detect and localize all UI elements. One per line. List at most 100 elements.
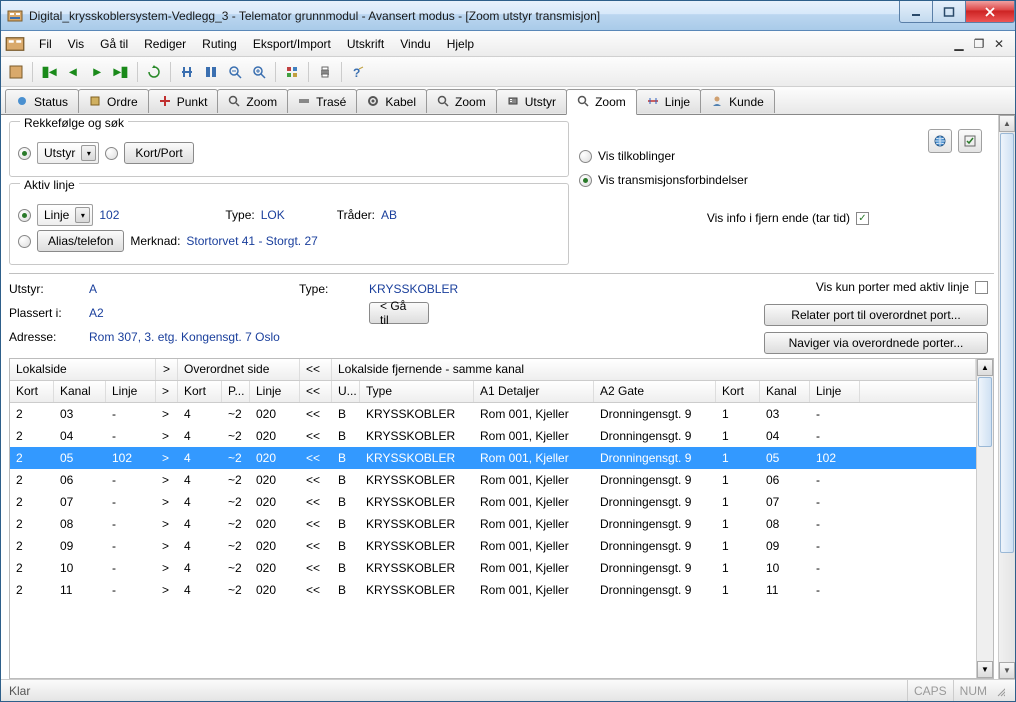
table-row[interactable]: 204->4~2020<<BKRYSSKOBLERRom 001, Kjelle… xyxy=(10,425,976,447)
vis-kun-label: Vis kun porter med aktiv linje xyxy=(816,280,969,294)
col-u[interactable]: U... xyxy=(332,381,360,402)
menu-fil[interactable]: Fil xyxy=(31,34,60,54)
tab-ordre[interactable]: Ordre xyxy=(78,89,149,113)
table-row[interactable]: 209->4~2020<<BKRYSSKOBLERRom 001, Kjelle… xyxy=(10,535,976,557)
table-row[interactable]: 210->4~2020<<BKRYSSKOBLERRom 001, Kjelle… xyxy=(10,557,976,579)
table-scrollbar[interactable]: ▲ ▼ xyxy=(976,359,993,678)
col-kort2[interactable]: Kort xyxy=(178,381,222,402)
outer-scrollbar[interactable]: ▲ ▼ xyxy=(998,115,1015,679)
group-lokalside[interactable]: Lokalside xyxy=(10,359,156,380)
alias-telefon-button[interactable]: Alias/telefon xyxy=(37,230,124,252)
zoom-out-icon[interactable] xyxy=(224,61,246,83)
table-row[interactable]: 208->4~2020<<BKRYSSKOBLERRom 001, Kjelle… xyxy=(10,513,976,535)
chevron-down-icon[interactable]: ▾ xyxy=(75,207,90,223)
radio-vis-tilkoblinger[interactable] xyxy=(579,150,592,163)
globe-icon[interactable] xyxy=(928,129,952,153)
tab-zoom[interactable]: Zoom xyxy=(566,89,637,115)
col-kort[interactable]: Kort xyxy=(10,381,54,402)
help-icon[interactable]: ? xyxy=(347,61,369,83)
radio-kortport[interactable] xyxy=(105,147,118,160)
refresh-icon[interactable] xyxy=(143,61,165,83)
nav-first-icon[interactable]: ▮◂ xyxy=(38,61,60,83)
chevron-down-icon[interactable]: ▾ xyxy=(81,145,96,161)
tab-kunde[interactable]: Kunde xyxy=(700,89,775,113)
col-kort3[interactable]: Kort xyxy=(716,381,760,402)
mdi-minimize-icon[interactable]: ▁ xyxy=(951,37,967,51)
tab-status[interactable]: Status xyxy=(5,89,79,113)
scroll-thumb[interactable] xyxy=(978,377,992,447)
minimize-button[interactable] xyxy=(899,1,933,23)
mdi-close-icon[interactable]: ✕ xyxy=(991,37,1007,51)
tab-linje[interactable]: Linje xyxy=(636,89,701,113)
menu-rediger[interactable]: Rediger xyxy=(136,34,194,54)
resize-grip-icon[interactable] xyxy=(993,683,1007,699)
group-arrow-left[interactable]: << xyxy=(300,359,332,380)
grid-icon[interactable] xyxy=(281,61,303,83)
tool-icon-a[interactable] xyxy=(176,61,198,83)
table-row[interactable]: 206->4~2020<<BKRYSSKOBLERRom 001, Kjelle… xyxy=(10,469,976,491)
checklist-icon[interactable] xyxy=(958,129,982,153)
outer-scroll-track[interactable] xyxy=(999,554,1015,662)
kortport-button[interactable]: Kort/Port xyxy=(124,142,193,164)
scroll-track[interactable] xyxy=(977,448,993,661)
combo-utstyr[interactable]: Utstyr▾ xyxy=(37,142,99,164)
col-a2[interactable]: A2 Gate xyxy=(594,381,716,402)
nav-prev-icon[interactable]: ◂ xyxy=(62,61,84,83)
menu-utskrift[interactable]: Utskrift xyxy=(339,34,392,54)
outer-scroll-up-icon[interactable]: ▲ xyxy=(999,115,1015,132)
tab-zoom[interactable]: Zoom xyxy=(426,89,497,113)
menu-eksport[interactable]: Eksport/Import xyxy=(245,34,339,54)
mdi-restore-icon[interactable]: ❐ xyxy=(971,37,987,51)
relater-port-button[interactable]: Relater port til overordnet port... xyxy=(764,304,988,326)
col-al[interactable]: << xyxy=(300,381,332,402)
col-arrow[interactable]: > xyxy=(156,381,178,402)
nav-last-icon[interactable]: ▸▮ xyxy=(110,61,132,83)
col-a1[interactable]: A1 Detaljer xyxy=(474,381,594,402)
checkbox-vis-kun[interactable] xyxy=(975,281,988,294)
tab-kabel[interactable]: Kabel xyxy=(356,89,427,113)
zoom-in-icon[interactable] xyxy=(248,61,270,83)
naviger-porter-button[interactable]: Naviger via overordnede porter... xyxy=(764,332,988,354)
tab-zoom[interactable]: Zoom xyxy=(217,89,288,113)
checkbox-vis-info[interactable]: ✓ xyxy=(856,212,869,225)
toolbar-icon-1[interactable] xyxy=(5,61,27,83)
print-icon[interactable] xyxy=(314,61,336,83)
outer-scroll-down-icon[interactable]: ▼ xyxy=(999,662,1015,679)
table-row[interactable]: 207->4~2020<<BKRYSSKOBLERRom 001, Kjelle… xyxy=(10,491,976,513)
gatil-button[interactable]: < Gå til xyxy=(369,302,429,324)
tab-utstyr[interactable]: Utstyr xyxy=(496,89,567,113)
close-button[interactable] xyxy=(965,1,1015,23)
outer-scroll-thumb[interactable] xyxy=(1000,133,1014,553)
menu-hjelp[interactable]: Hjelp xyxy=(439,34,482,54)
col-kanal[interactable]: Kanal xyxy=(54,381,106,402)
col-linje[interactable]: Linje xyxy=(106,381,156,402)
radio-vis-transmisjon[interactable] xyxy=(579,174,592,187)
group-fjernende[interactable]: Lokalside fjernende - samme kanal xyxy=(332,359,976,380)
col-linje2[interactable]: Linje xyxy=(250,381,300,402)
plassert-label: Plassert i: xyxy=(9,306,89,320)
table-row[interactable]: 203->4~2020<<BKRYSSKOBLERRom 001, Kjelle… xyxy=(10,403,976,425)
nav-next-icon[interactable]: ▸ xyxy=(86,61,108,83)
combo-linje[interactable]: Linje▾ xyxy=(37,204,93,226)
menu-gatil[interactable]: Gå til xyxy=(92,34,136,54)
table-row[interactable]: 211->4~2020<<BKRYSSKOBLERRom 001, Kjelle… xyxy=(10,579,976,601)
radio-alias[interactable] xyxy=(18,235,31,248)
menu-vindu[interactable]: Vindu xyxy=(392,34,438,54)
menu-ruting[interactable]: Ruting xyxy=(194,34,245,54)
group-overordnet[interactable]: Overordnet side xyxy=(178,359,300,380)
scroll-up-icon[interactable]: ▲ xyxy=(977,359,993,376)
scroll-down-icon[interactable]: ▼ xyxy=(977,661,993,678)
col-kanal3[interactable]: Kanal xyxy=(760,381,810,402)
col-type[interactable]: Type xyxy=(360,381,474,402)
table-row[interactable]: 205102>4~2020<<BKRYSSKOBLERRom 001, Kjel… xyxy=(10,447,976,469)
maximize-button[interactable] xyxy=(932,1,966,23)
col-linje3[interactable]: Linje xyxy=(810,381,860,402)
col-p[interactable]: P... xyxy=(222,381,250,402)
radio-linje[interactable] xyxy=(18,209,31,222)
tab-trasé[interactable]: Trasé xyxy=(287,89,357,113)
radio-utstyr[interactable] xyxy=(18,147,31,160)
menu-vis[interactable]: Vis xyxy=(60,34,92,54)
tab-punkt[interactable]: Punkt xyxy=(148,89,219,113)
tool-icon-b[interactable] xyxy=(200,61,222,83)
group-arrow[interactable]: > xyxy=(156,359,178,380)
